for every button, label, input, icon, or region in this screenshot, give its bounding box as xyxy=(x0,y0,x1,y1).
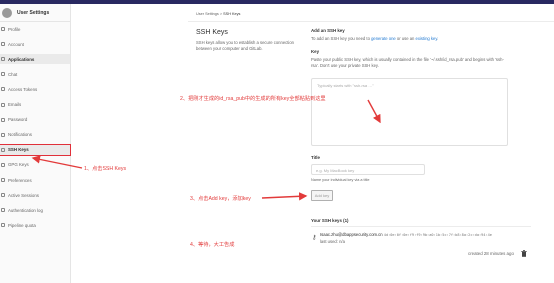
user-avatar[interactable] xyxy=(2,7,12,18)
add-key-intro-text: To add an SSH key you need to xyxy=(311,36,372,41)
existing-key-link[interactable]: existing key xyxy=(416,36,438,41)
sessions-icon xyxy=(1,193,5,198)
sidebar-item-label: Emails xyxy=(8,102,22,107)
sidebar-item-emails[interactable]: Emails xyxy=(0,100,70,110)
sidebar-item-label: Preferences xyxy=(8,177,32,183)
breadcrumb-divider xyxy=(188,21,554,22)
sidebar-item-chat[interactable]: Chat xyxy=(0,69,70,79)
sidebar-item-account[interactable]: Account xyxy=(0,39,70,49)
sidebar-item-label: Chat xyxy=(8,71,18,77)
key-icon: ⚷ xyxy=(312,235,317,241)
sidebar-item-label: Access Tokens xyxy=(8,86,38,92)
annotation-step1: 1、点击SSH Keys xyxy=(84,166,127,172)
add-key-intro: To add an SSH key you need to generate o… xyxy=(311,36,438,42)
title-help-text: Name your individual key via a title xyxy=(311,178,370,182)
key-textarea[interactable]: Typically starts with "ssh-rsa …" xyxy=(311,78,508,146)
pipeline-icon xyxy=(1,223,5,228)
top-navbar xyxy=(0,0,554,4)
breadcrumb: User Settings > SSH Keys xyxy=(196,12,240,16)
sidebar-item-label: Notifications xyxy=(8,132,32,138)
sidebar-item-authentication-log[interactable]: Authentication log xyxy=(0,205,70,215)
sidebar-item-access-tokens[interactable]: Access Tokens xyxy=(0,84,70,94)
annotation-step2: 2、把刚才生成的id_rsa_pub中的生成的所有key全部粘贴到这里 xyxy=(180,96,326,102)
bell-icon xyxy=(1,132,5,137)
add-key-heading: Add an SSH key xyxy=(311,28,345,33)
sidebar-item-applications[interactable]: Applications xyxy=(0,54,70,65)
sidebar-item-label: GPG Keys xyxy=(8,162,29,168)
sidebar-header: User Settings xyxy=(0,4,70,22)
sidebar-item-label: Authentication log xyxy=(8,207,43,213)
sidebar-item-preferences[interactable]: Preferences xyxy=(0,175,70,185)
sidebar-item-notifications[interactable]: Notifications xyxy=(0,130,70,140)
key-fingerprint: 4d:0e:0f:0e:f9:f9:9b:a0:1b:5c:7f:b8:8a:2… xyxy=(383,233,492,237)
chat-icon xyxy=(1,72,5,77)
sidebar-item-active-sessions[interactable]: Active Sessions xyxy=(0,190,70,200)
key-icon xyxy=(1,147,5,152)
sidebar-item-label: Applications xyxy=(8,56,35,62)
keys-divider xyxy=(311,226,531,227)
sidebar-title: User Settings xyxy=(17,9,50,16)
preferences-icon xyxy=(1,178,5,182)
title-label: Title xyxy=(311,155,320,160)
key-icon xyxy=(1,162,5,167)
sidebar-item-profile[interactable]: Profile xyxy=(0,24,70,34)
title-input[interactable]: e.g. My MacBook key xyxy=(311,164,425,175)
email-icon xyxy=(1,102,5,107)
key-help-text: Paste your public SSH key, which is usua… xyxy=(311,57,504,68)
generate-key-link[interactable]: generate one xyxy=(371,36,396,41)
applications-icon xyxy=(1,57,5,62)
log-icon xyxy=(1,208,5,213)
key-created: created 28 minutes ago xyxy=(468,251,514,256)
sidebar-item-label: Password xyxy=(8,117,28,123)
add-key-button[interactable]: Add key xyxy=(311,190,333,201)
page-description: SSH keys allow you to establish a secure… xyxy=(196,40,294,51)
sidebar-item-label: Active Sessions xyxy=(8,192,39,198)
settings-sidebar: User Settings Profile Account Applications… xyxy=(0,4,71,283)
arrow-step3 xyxy=(261,192,308,201)
sidebar-item-gpg-keys[interactable]: GPG Keys xyxy=(0,160,70,170)
trash-icon[interactable] xyxy=(521,250,527,257)
sidebar-item-label: Account xyxy=(8,41,24,47)
profile-icon xyxy=(1,27,5,31)
account-icon xyxy=(1,42,5,47)
ssh-key-entry[interactable]: Isaac.zhu@dbappsecurity.com.cn 4d:0e:0f:… xyxy=(320,232,492,237)
sidebar-item-label: Profile xyxy=(8,26,21,32)
add-key-intro-text: or use an xyxy=(395,36,416,41)
sidebar-item-pipeline-quota[interactable]: Pipeline quota xyxy=(0,220,70,230)
page-title: SSH Keys xyxy=(196,29,228,36)
annotation-step4: 4、等待，大工告成 xyxy=(190,242,235,248)
breadcrumb-current: SSH Keys xyxy=(223,12,241,16)
key-last-used: last used: n/a xyxy=(320,239,345,244)
access-token-icon xyxy=(1,87,5,92)
add-key-intro-text: . xyxy=(437,36,439,41)
key-owner: Isaac.zhu@dbappsecurity.com.cn xyxy=(320,232,383,237)
key-label: Key xyxy=(311,49,320,54)
breadcrumb-parent[interactable]: User Settings xyxy=(196,12,219,16)
annotation-step3: 3、点击Add key，添加key xyxy=(190,196,251,202)
sidebar-item-label: Pipeline quota xyxy=(8,222,36,228)
sidebar-item-ssh-keys[interactable]: SSH Keys xyxy=(0,143,71,156)
sidebar-item-label: SSH Keys xyxy=(8,147,29,153)
your-keys-heading: Your SSH keys (1) xyxy=(311,218,349,223)
lock-icon xyxy=(1,117,5,122)
sidebar-item-password[interactable]: Password xyxy=(0,115,70,125)
